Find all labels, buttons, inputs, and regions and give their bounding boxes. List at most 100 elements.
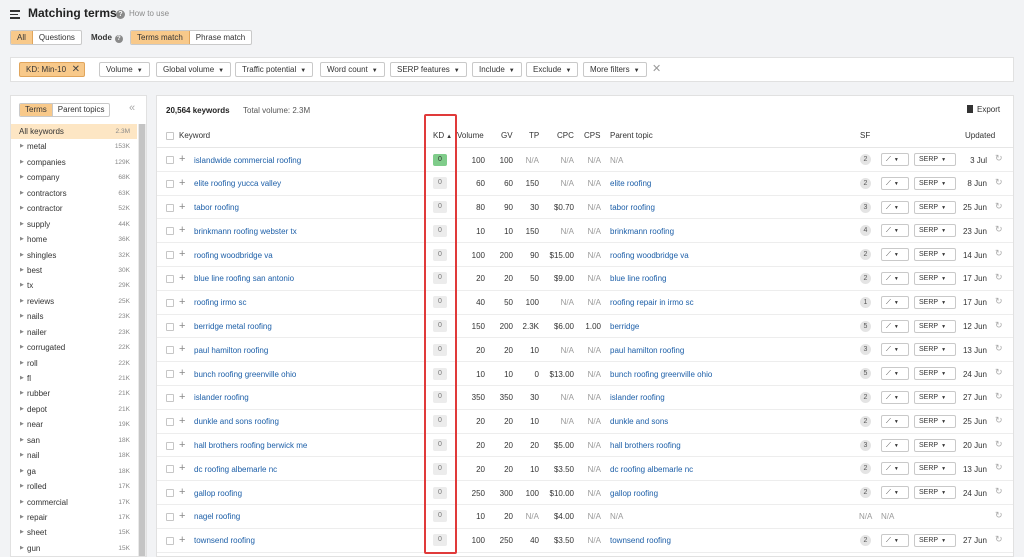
sf-count-badge[interactable]: 3 (860, 344, 871, 356)
serp-dropdown[interactable]: SERP ▼ (914, 295, 956, 309)
volume-filter[interactable]: Volume ▼ (99, 62, 150, 77)
col-sf[interactable]: SF (860, 131, 870, 140)
trend-dropdown[interactable]: ⟋ ▼ (881, 486, 909, 500)
row-checkbox[interactable] (166, 298, 174, 307)
row-checkbox[interactable] (166, 512, 174, 521)
parent-topic-link[interactable]: paul hamilton roofing (610, 346, 684, 355)
sf-count-badge[interactable]: 5 (860, 320, 871, 332)
expand-arrow-icon[interactable]: ▶ (20, 417, 24, 432)
sidebar-item[interactable]: ▶ companies 129K (11, 155, 137, 170)
add-to-list-icon[interactable]: + (179, 390, 185, 405)
how-to-use-link[interactable]: ? How to use (116, 9, 169, 19)
parent-topic-link[interactable]: gallop roofing (610, 489, 658, 498)
serp-dropdown[interactable]: SERP ▼ (914, 319, 956, 333)
trend-dropdown[interactable]: ⟋ ▼ (881, 176, 909, 190)
trend-dropdown[interactable]: ⟋ ▼ (881, 390, 909, 404)
refresh-icon[interactable]: ↻ (995, 510, 1003, 520)
sidebar-scrollbar[interactable] (138, 124, 146, 556)
expand-arrow-icon[interactable]: ▶ (20, 371, 24, 386)
trend-dropdown[interactable]: ⟋ ▼ (881, 224, 909, 238)
col-volume[interactable]: Volume (457, 131, 484, 140)
traffic-potential-filter[interactable]: Traffic potential ▼ (235, 62, 314, 77)
expand-arrow-icon[interactable]: ▶ (20, 479, 24, 494)
global-volume-filter[interactable]: Global volume ▼ (156, 62, 232, 77)
parent-topic-link[interactable]: hall brothers roofing (610, 441, 681, 450)
add-to-list-icon[interactable]: + (179, 176, 185, 191)
keyword-link[interactable]: tabor roofing (194, 203, 239, 212)
sidebar-item[interactable]: ▶ rubber 21K (11, 386, 137, 401)
tab-parent-topics[interactable]: Parent topics (53, 104, 110, 116)
sidebar-item[interactable]: ▶ nails 23K (11, 309, 137, 324)
parent-topic-link[interactable]: dunkle and sons (610, 417, 668, 426)
expand-arrow-icon[interactable]: ▶ (20, 248, 24, 263)
refresh-icon[interactable]: ↻ (995, 154, 1003, 163)
more-filters-button[interactable]: More filters ▼ (583, 62, 647, 77)
serp-dropdown[interactable]: SERP ▼ (914, 153, 956, 166)
add-to-list-icon[interactable]: + (179, 533, 185, 548)
refresh-icon[interactable]: ↻ (995, 344, 1003, 353)
expand-arrow-icon[interactable]: ▶ (20, 340, 24, 355)
trend-dropdown[interactable]: ⟋ ▼ (881, 367, 909, 381)
keyword-link[interactable]: brinkmann roofing webster tx (194, 227, 297, 236)
parent-topic-link[interactable]: blue line roofing (610, 274, 666, 283)
sf-count-badge[interactable]: 2 (860, 272, 871, 284)
refresh-icon[interactable]: ↻ (995, 177, 1003, 187)
word-count-filter[interactable]: Word count ▼ (320, 62, 385, 77)
serp-dropdown[interactable]: SERP ▼ (914, 224, 956, 238)
sidebar-item[interactable]: ▶ near 19K (11, 417, 137, 432)
sf-count-badge[interactable]: 5 (860, 368, 871, 380)
help-icon[interactable]: ? (114, 35, 123, 43)
keyword-link[interactable]: elite roofing yucca valley (194, 179, 281, 188)
row-checkbox[interactable] (166, 227, 174, 236)
sidebar-item[interactable]: ▶ san 18K (11, 433, 137, 448)
mode-phrase-match[interactable]: Phrase match (190, 31, 251, 44)
sidebar-item[interactable]: ▶ contractor 52K (11, 201, 137, 216)
trend-dropdown[interactable]: ⟋ ▼ (881, 153, 909, 166)
sf-count-badge[interactable]: 2 (860, 487, 871, 499)
refresh-icon[interactable]: ↻ (995, 463, 1003, 472)
sidebar-item[interactable]: ▶ home 36K (11, 232, 137, 247)
menu-icon[interactable] (10, 10, 20, 21)
serp-dropdown[interactable]: SERP ▼ (914, 343, 956, 357)
keyword-link[interactable]: roofing irmo sc (194, 298, 246, 307)
sidebar-item[interactable]: ▶ corrugated 22K (11, 340, 137, 355)
keyword-link[interactable]: gallop roofing (194, 489, 242, 498)
refresh-icon[interactable]: ↻ (995, 439, 1003, 449)
trend-dropdown[interactable]: ⟋ ▼ (881, 248, 909, 262)
trend-dropdown[interactable]: ⟋ ▼ (881, 343, 909, 357)
trend-dropdown[interactable]: ⟋ ▼ (881, 200, 909, 214)
keyword-link[interactable]: berridge metal roofing (194, 322, 272, 331)
keyword-link[interactable]: paul hamilton roofing (194, 346, 268, 355)
col-gv[interactable]: GV (501, 131, 513, 140)
row-checkbox[interactable] (166, 489, 174, 498)
sidebar-item[interactable]: ▶ best 30K (11, 263, 137, 278)
expand-arrow-icon[interactable]: ▶ (20, 325, 24, 340)
tab-all[interactable]: All (11, 31, 33, 44)
parent-topic-link[interactable]: dc roofing albemarle nc (610, 465, 693, 474)
sf-count-badge[interactable]: 4 (860, 225, 871, 237)
scrollbar-thumb[interactable] (139, 124, 145, 556)
expand-arrow-icon[interactable]: ▶ (20, 263, 24, 278)
add-to-list-icon[interactable]: + (179, 461, 185, 476)
expand-arrow-icon[interactable]: ▶ (20, 139, 24, 154)
sf-count-badge[interactable]: 2 (860, 415, 871, 427)
expand-arrow-icon[interactable]: ▶ (20, 232, 24, 247)
serp-dropdown[interactable]: SERP ▼ (914, 367, 956, 381)
keyword-link[interactable]: blue line roofing san antonio (194, 274, 294, 283)
serp-dropdown[interactable]: SERP ▼ (914, 271, 956, 285)
expand-arrow-icon[interactable]: ▶ (20, 356, 24, 371)
refresh-icon[interactable]: ↻ (995, 415, 1003, 425)
trend-dropdown[interactable]: ⟋ ▼ (881, 295, 909, 309)
row-checkbox[interactable] (166, 417, 174, 426)
sidebar-item[interactable]: ▶ shingles 32K (11, 248, 137, 263)
add-to-list-icon[interactable]: + (179, 247, 185, 262)
row-checkbox[interactable] (166, 322, 174, 331)
sidebar-item[interactable]: ▶ gun 15K (11, 541, 137, 556)
expand-arrow-icon[interactable]: ▶ (20, 201, 24, 216)
parent-topic-link[interactable]: townsend roofing (610, 536, 671, 545)
sidebar-item[interactable]: ▶ metal 153K (11, 139, 137, 154)
expand-arrow-icon[interactable]: ▶ (20, 525, 24, 540)
expand-arrow-icon[interactable]: ▶ (20, 495, 24, 510)
select-all-checkbox[interactable] (166, 131, 174, 140)
sidebar-item[interactable]: ▶ roll 22K (11, 356, 137, 371)
